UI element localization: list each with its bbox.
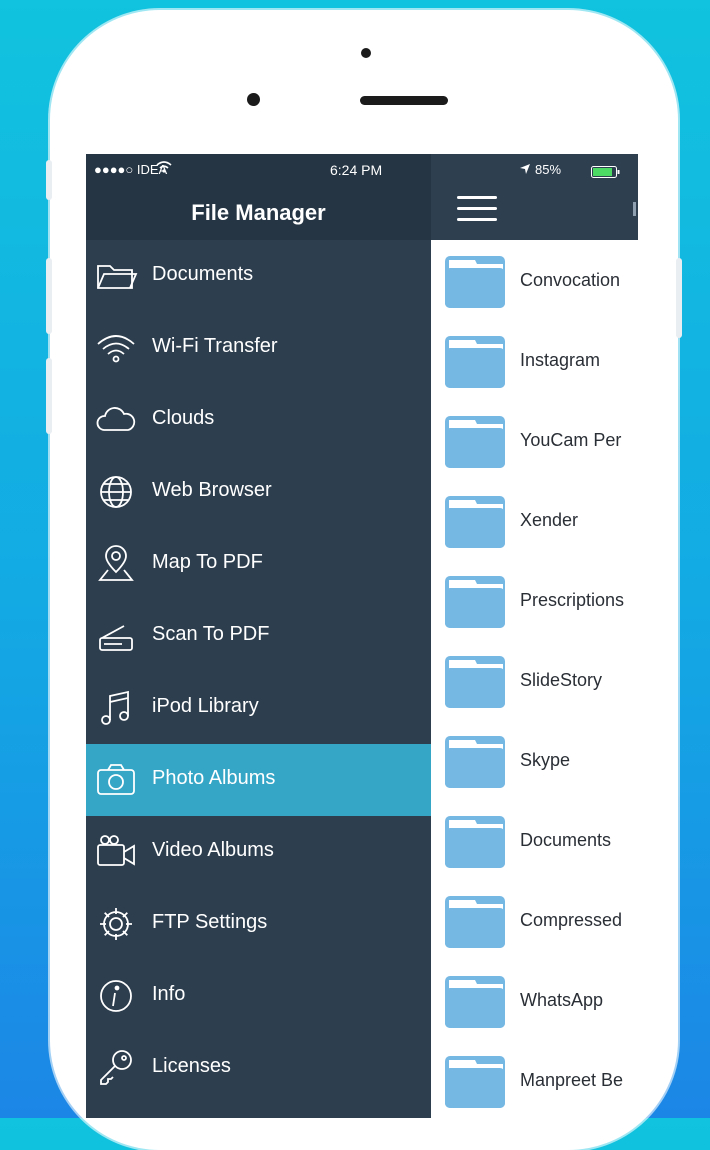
gear-icon <box>94 902 138 946</box>
app-screen: ●●●●○ IDEA 6:24 PM File Manager Document… <box>86 154 638 1118</box>
file-row[interactable]: WhatsApp <box>431 960 638 1041</box>
folder-icon <box>443 488 507 552</box>
menu-item-map-to-pdf[interactable]: Map To PDF <box>86 528 431 600</box>
folder-icon <box>443 968 507 1032</box>
hamburger-menu-icon[interactable] <box>457 194 497 224</box>
mute-switch <box>46 160 52 200</box>
proximity-sensor-icon <box>361 48 371 58</box>
menu-label: Web Browser <box>152 479 272 501</box>
menu-label: Scan To PDF <box>152 623 270 645</box>
folder-icon <box>443 808 507 872</box>
file-name: WhatsApp <box>520 990 604 1010</box>
folder-icon <box>443 408 507 472</box>
front-camera-icon <box>247 93 260 106</box>
drawer-header: ●●●●○ IDEA 6:24 PM File Manager <box>86 154 431 240</box>
file-name: Instagram <box>520 350 601 370</box>
file-row[interactable]: YouCam Per <box>431 400 638 481</box>
globe-icon <box>94 470 138 514</box>
earpiece-speaker <box>360 96 448 105</box>
power-button <box>676 258 682 338</box>
camera-icon <box>94 758 138 802</box>
cloud-icon <box>94 398 138 442</box>
menu-item-wifi-transfer[interactable]: Wi-Fi Transfer <box>86 312 431 384</box>
folder-icon <box>443 888 507 952</box>
battery-icon <box>591 165 623 181</box>
file-row[interactable]: Convocation <box>431 240 638 321</box>
menu-item-photo-albums[interactable]: Photo Albums <box>86 744 431 816</box>
menu-item-video-albums[interactable]: Video Albums <box>86 816 431 888</box>
file-name: Convocation <box>520 270 621 290</box>
folder-icon <box>94 254 138 298</box>
file-row[interactable]: Compressed <box>431 880 638 961</box>
file-name: Xender <box>520 510 579 530</box>
file-row[interactable]: Prescriptions <box>431 560 638 641</box>
file-name: Manpreet Be <box>520 1070 624 1090</box>
file-row[interactable]: Documents <box>431 800 638 881</box>
file-row[interactable]: Manpreet Be <box>431 1040 638 1118</box>
menu-item-clouds[interactable]: Clouds <box>86 384 431 456</box>
map-pin-icon <box>94 542 138 586</box>
file-name: Compressed <box>520 910 623 930</box>
folder-icon <box>443 1048 507 1112</box>
file-name: Prescriptions <box>520 590 625 610</box>
menu-item-info[interactable]: Info <box>86 960 431 1032</box>
menu-label: Licenses <box>152 1055 231 1077</box>
video-camera-icon <box>94 830 138 874</box>
menu-label: Clouds <box>152 407 215 429</box>
menu-label: Photo Albums <box>152 767 276 789</box>
file-name: SlideStory <box>520 670 603 690</box>
file-row[interactable]: Instagram <box>431 320 638 401</box>
file-row[interactable]: SlideStory <box>431 640 638 721</box>
folder-icon <box>443 328 507 392</box>
menu-item-scan-to-pdf[interactable]: Scan To PDF <box>86 600 431 672</box>
menu-item-licenses[interactable]: Licenses <box>86 1032 431 1104</box>
side-drawer: ●●●●○ IDEA 6:24 PM File Manager Document… <box>86 154 431 1118</box>
menu-item-documents[interactable]: Documents <box>86 240 431 312</box>
file-list-panel: 85% Convocation Instagram YouCam Per Xen… <box>431 154 638 1118</box>
file-row[interactable]: Xender <box>431 480 638 561</box>
info-icon <box>94 974 138 1018</box>
menu-label: Video Albums <box>152 839 274 861</box>
file-name: Skype <box>520 750 571 770</box>
menu-label: iPod Library <box>152 695 259 717</box>
menu-label: Info <box>152 983 186 1005</box>
menu-label: Documents <box>152 263 254 285</box>
folder-icon <box>443 728 507 792</box>
menu-item-ftp-settings[interactable]: FTP Settings <box>86 888 431 960</box>
folder-icon <box>443 248 507 312</box>
wifi-icon <box>94 326 138 370</box>
menu-label: Wi-Fi Transfer <box>152 335 278 357</box>
menu-item-web-browser[interactable]: Web Browser <box>86 456 431 528</box>
app-title: File Manager <box>191 200 326 225</box>
navigation-bar: 85% <box>431 154 638 240</box>
wifi-status-icon <box>156 160 172 177</box>
clock-label: 6:24 PM <box>330 162 383 178</box>
file-name: YouCam Per <box>520 430 622 450</box>
menu-label: FTP Settings <box>152 911 268 933</box>
key-icon <box>94 1046 138 1090</box>
menu-label: Map To PDF <box>152 551 263 573</box>
location-arrow-icon <box>519 162 531 178</box>
file-row[interactable]: Skype <box>431 720 638 801</box>
music-note-icon <box>94 686 138 730</box>
file-name: Documents <box>520 830 612 850</box>
folder-icon <box>443 568 507 632</box>
menu-item-ipod-library[interactable]: iPod Library <box>86 672 431 744</box>
nav-edge-icon <box>633 202 636 216</box>
volume-down-button <box>46 358 52 434</box>
scanner-icon <box>94 614 138 658</box>
folder-icon <box>443 648 507 712</box>
battery-percentage: 85% <box>535 162 562 177</box>
volume-up-button <box>46 258 52 334</box>
